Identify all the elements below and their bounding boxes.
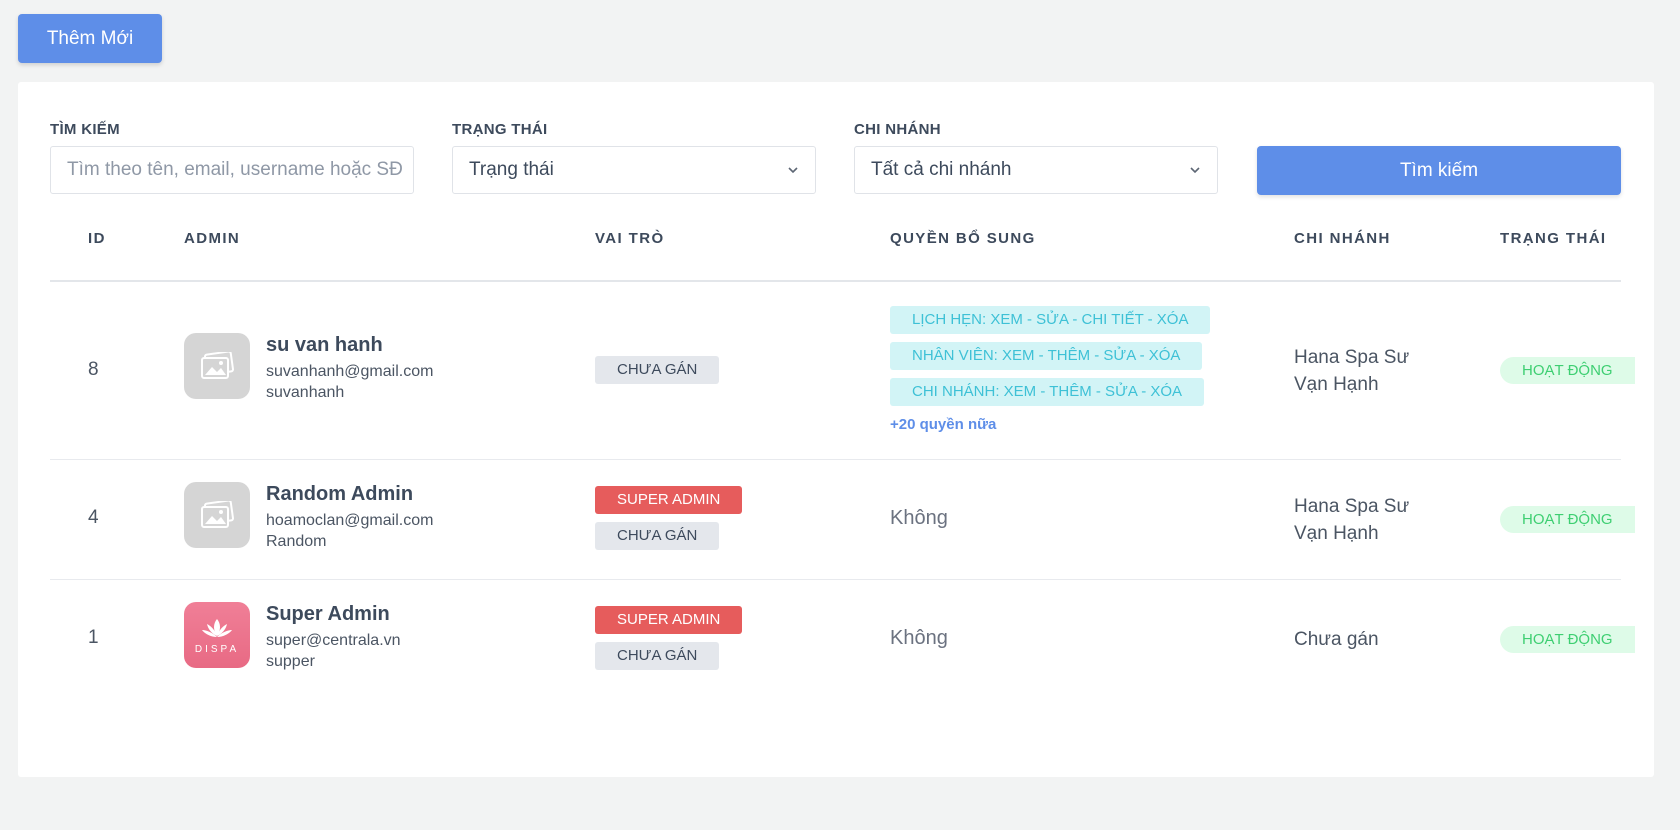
permission-badge: NHÂN VIÊN: XEM - THÊM - SỬA - XÓA — [890, 342, 1203, 370]
placeholder-image-icon — [184, 333, 250, 399]
admin-email: suvanhanh@gmail.com — [266, 363, 434, 380]
permission-badge: CHI NHÁNH: XEM - THÊM - SỬA - XÓA — [890, 378, 1205, 406]
status-badge: HOẠT ĐỘNG — [1500, 626, 1635, 653]
permissions-cell: LỊCH HẸN: XEM - SỬA - CHI TIẾT - XÓA NHÂ… — [890, 306, 1211, 433]
role-cell: CHƯA GÁN — [595, 356, 720, 384]
branch-line: Chưa gán — [1294, 629, 1379, 650]
branch-cell: Hana Spa Sư Vạn Hạnh — [1294, 344, 1409, 398]
search-input[interactable]: Tìm theo tên, email, username hoặc SĐ — [50, 146, 414, 194]
permission-badge: LỊCH HẸN: XEM - SỬA - CHI TIẾT - XÓA — [890, 306, 1211, 334]
status-cell: HOẠT ĐỘNG — [1500, 626, 1635, 653]
filter-bar: TÌM KIẾM Tìm theo tên, email, username h… — [50, 120, 1621, 195]
admin-info: Random Admin hoamoclan@gmail.com Random — [266, 483, 433, 551]
branch-line: Hana Spa Sư — [1294, 347, 1410, 368]
header-admin: ADMIN — [184, 230, 241, 247]
lotus-logo-icon: DISPA — [184, 602, 250, 668]
admin-info: Super Admin super@centrala.vn supper — [266, 603, 401, 671]
header-role: VAI TRÒ — [595, 230, 665, 247]
permissions-none: Không — [890, 507, 948, 529]
logo-text: DISPA — [194, 643, 240, 655]
add-new-button[interactable]: Thêm Mới — [18, 14, 162, 63]
status-badge: HOẠT ĐỘNG — [1500, 357, 1635, 384]
admin-username: suvanhanh — [266, 384, 345, 401]
role-badge-unassigned: CHƯA GÁN — [595, 522, 720, 550]
status-select-value: Trạng thái — [469, 159, 554, 180]
branch-line: Hana Spa Sư — [1294, 496, 1410, 517]
admin-username: supper — [266, 653, 315, 670]
status-badge: HOẠT ĐỘNG — [1500, 506, 1635, 533]
branch-cell: Chưa gán — [1294, 626, 1379, 653]
search-button[interactable]: Tìm kiếm — [1257, 146, 1621, 195]
chevron-down-icon — [788, 167, 798, 174]
admin-list-card: TÌM KIẾM Tìm theo tên, email, username h… — [18, 82, 1654, 777]
admin-table: ID ADMIN VAI TRÒ QUYỀN BỔ SUNG CHI NHÁNH… — [50, 202, 1635, 699]
admin-username: Random — [266, 533, 327, 550]
row-id: 1 — [88, 627, 99, 648]
table-header: ID ADMIN VAI TRÒ QUYỀN BỔ SUNG CHI NHÁNH… — [50, 202, 1621, 282]
admin-name: Super Admin — [266, 603, 390, 625]
row-id: 8 — [88, 359, 99, 380]
permissions-none: Không — [890, 627, 948, 649]
role-badge-super-admin: SUPER ADMIN — [595, 486, 743, 514]
more-permissions-link[interactable]: +20 quyền nữa — [890, 416, 1210, 433]
branch-line: Vạn Hạnh — [1294, 374, 1379, 395]
header-id: ID — [88, 230, 106, 247]
header-status: TRẠNG THÁI — [1500, 230, 1607, 247]
branch-cell: Hana Spa Sư Vạn Hạnh — [1294, 493, 1409, 547]
role-badge-super-admin: SUPER ADMIN — [595, 606, 743, 634]
status-select[interactable]: Trạng thái — [452, 146, 816, 194]
status-cell: HOẠT ĐỘNG — [1500, 357, 1635, 384]
status-cell: HOẠT ĐỘNG — [1500, 506, 1635, 533]
header-branch: CHI NHÁNH — [1294, 230, 1391, 247]
chevron-down-icon — [1190, 167, 1200, 174]
admin-email: hoamoclan@gmail.com — [266, 512, 434, 529]
table-row[interactable]: 4 Random Admin hoamoclan@gmail.com Rando… — [50, 460, 1635, 580]
placeholder-image-icon — [184, 482, 250, 548]
branch-select-value: Tất cả chi nhánh — [871, 159, 1012, 180]
role-badge-unassigned: CHƯA GÁN — [595, 356, 720, 384]
table-row[interactable]: 8 su van hanh suvanhanh@gmail.com suvanh… — [50, 282, 1635, 460]
role-cell: SUPER ADMIN CHƯA GÁN — [595, 486, 743, 550]
admin-name: su van hanh — [266, 334, 383, 356]
search-filter: TÌM KIẾM Tìm theo tên, email, username h… — [50, 120, 414, 194]
row-id: 4 — [88, 507, 99, 528]
role-cell: SUPER ADMIN CHƯA GÁN — [595, 606, 743, 670]
admin-info: su van hanh suvanhanh@gmail.com suvanhan… — [266, 334, 433, 402]
admin-email: super@centrala.vn — [266, 632, 401, 649]
status-label: TRẠNG THÁI — [452, 121, 548, 138]
role-badge-unassigned: CHƯA GÁN — [595, 642, 720, 670]
search-label: TÌM KIẾM — [50, 121, 120, 138]
table-row[interactable]: 1 DISPA Super Admin super@centrala.vn su… — [50, 580, 1635, 699]
admin-name: Random Admin — [266, 483, 414, 505]
branch-line: Vạn Hạnh — [1294, 523, 1379, 544]
header-permissions: QUYỀN BỔ SUNG — [890, 230, 1036, 247]
branch-filter: CHI NHÁNH Tất cả chi nhánh — [854, 120, 1218, 194]
status-filter: TRẠNG THÁI Trạng thái — [452, 120, 816, 194]
branch-label: CHI NHÁNH — [854, 121, 941, 138]
branch-select[interactable]: Tất cả chi nhánh — [854, 146, 1218, 194]
